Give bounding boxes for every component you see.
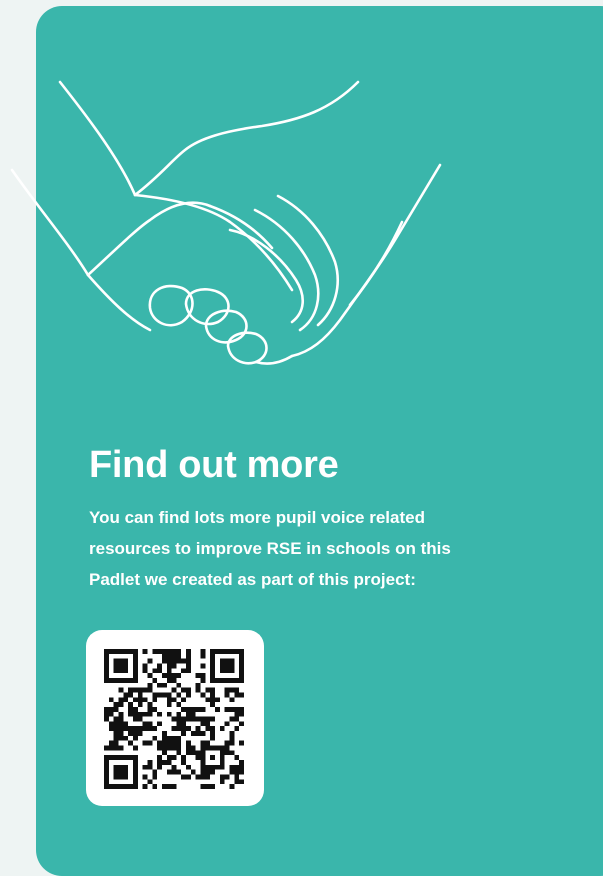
body-text: You can find lots more pupil voice relat… bbox=[89, 502, 559, 595]
heading: Find out more bbox=[89, 444, 339, 486]
body-line: resources to improve RSE in schools on t… bbox=[89, 539, 451, 558]
qr-code-box[interactable] bbox=[86, 630, 264, 806]
qr-code-icon[interactable] bbox=[104, 649, 244, 789]
body-line: You can find lots more pupil voice relat… bbox=[89, 508, 425, 527]
holding-hands-illustration bbox=[10, 80, 442, 365]
body-line: Padlet we created as part of this projec… bbox=[89, 570, 416, 589]
